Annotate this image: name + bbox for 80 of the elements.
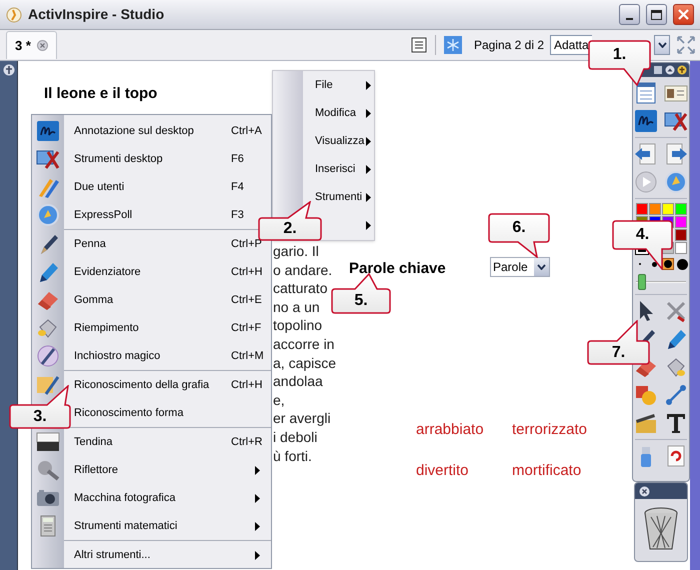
close-button[interactable]: [673, 4, 694, 25]
close-icon[interactable]: [639, 486, 650, 496]
maximize-button[interactable]: [646, 4, 667, 25]
tab-label: 3 *: [15, 36, 31, 55]
signature-icon[interactable]: [634, 109, 658, 133]
pen-width-option[interactable]: [676, 258, 688, 270]
color-swatch[interactable]: [648, 203, 660, 215]
menu-item[interactable]: Gomma Ctrl+E: [32, 286, 271, 314]
magic-pen-icon: [36, 345, 60, 367]
keyword: arrabbiato: [416, 420, 485, 440]
page-browser-icon[interactable]: [634, 81, 658, 105]
color-swatch[interactable]: [674, 216, 686, 228]
menu-item[interactable]: Riflettore: [32, 456, 271, 484]
pen-width-option[interactable]: [662, 258, 674, 270]
app-logo-icon: [6, 6, 22, 22]
menu-item[interactable]: Strumenti desktop F6: [32, 145, 271, 173]
keyword: mortificato: [512, 460, 582, 480]
pin-icon[interactable]: [2, 64, 14, 76]
shapes-icon[interactable]: [634, 383, 658, 407]
callout-tooltip: 3.: [9, 385, 71, 429]
words-dropdown[interactable]: Parole: [490, 257, 550, 277]
window-title: ActivInspire - Studio: [28, 5, 166, 24]
text-icon[interactable]: [664, 411, 688, 435]
menu-item[interactable]: File: [303, 71, 374, 99]
camera-icon: [36, 487, 60, 509]
color-swatch[interactable]: [674, 242, 686, 254]
zoom-select[interactable]: Adatta: [550, 35, 592, 55]
menu-item[interactable]: Inchiostro magico Ctrl+M: [32, 342, 271, 370]
chevron-down-icon: [658, 42, 666, 48]
menu-item[interactable]: Strumenti matematici: [32, 512, 271, 540]
close-icon: [678, 9, 689, 20]
page-list-icon[interactable]: [410, 37, 427, 53]
next-page-icon[interactable]: [664, 142, 688, 166]
callout-tooltip: 1.: [588, 40, 651, 86]
color-swatch[interactable]: [674, 203, 686, 215]
menu-item[interactable]: Riempimento Ctrl+F: [32, 314, 271, 342]
screen-shade-icon: [36, 431, 60, 453]
tools-icon: [36, 148, 60, 170]
menu-item[interactable]: Modifica: [303, 99, 374, 127]
menu-item[interactable]: Macchina fotografica: [32, 484, 271, 512]
color-swatch[interactable]: [674, 229, 686, 241]
chevron-down-icon: [537, 264, 546, 270]
flipchart-title: Il leone e il topo: [44, 84, 158, 104]
fullscreen-icon[interactable]: [676, 35, 696, 55]
callout-tooltip: 4.: [612, 220, 673, 270]
slider-thumb[interactable]: [638, 274, 646, 290]
color-swatch[interactable]: [636, 203, 648, 215]
close-icon[interactable]: [36, 40, 48, 51]
minimize-button[interactable]: [619, 4, 640, 25]
pencils-icon: [36, 176, 60, 198]
callout-tooltip: 2.: [258, 201, 322, 241]
menu-item[interactable]: Tendina Ctrl+R: [32, 428, 271, 456]
menu-item[interactable]: Inserisci: [303, 155, 374, 183]
keyword: divertito: [416, 460, 470, 480]
menu-item[interactable]: Annotazione sul desktop Ctrl+A: [32, 117, 271, 145]
hammer-wrench-icon[interactable]: [664, 299, 688, 323]
pin-icon[interactable]: [677, 65, 687, 75]
signature-icon: [36, 120, 60, 142]
document-tab[interactable]: 3 *: [6, 31, 57, 59]
callout-tooltip: 5.: [331, 273, 391, 314]
clapperboard-icon[interactable]: [634, 411, 658, 435]
page-icon[interactable]: [653, 65, 663, 75]
menu-item[interactable]: Visualizza: [303, 127, 374, 155]
eraser-icon: [36, 289, 60, 311]
dropdown-button[interactable]: [654, 35, 670, 55]
previous-page-icon[interactable]: [634, 142, 658, 166]
callout-tooltip: 6.: [488, 213, 550, 258]
snowflake-icon[interactable]: [444, 36, 462, 54]
menu-item[interactable]: Due utenti F4: [32, 173, 271, 201]
spotlight-icon: [36, 459, 60, 481]
width-slider[interactable]: [636, 274, 686, 290]
page-indicator: Pagina 2 di 2: [474, 37, 544, 54]
connector-icon[interactable]: [664, 383, 688, 407]
callout-tooltip: 7.: [587, 320, 650, 365]
collapse-icon[interactable]: [665, 65, 675, 75]
color-swatch[interactable]: [662, 203, 674, 215]
keyword: terrorizzato: [512, 420, 588, 440]
menu-item[interactable]: Altri strumenti...: [32, 541, 271, 569]
handwriting-icon: [36, 374, 60, 396]
menu-item[interactable]: Evidenziatore Ctrl+H: [32, 258, 271, 286]
